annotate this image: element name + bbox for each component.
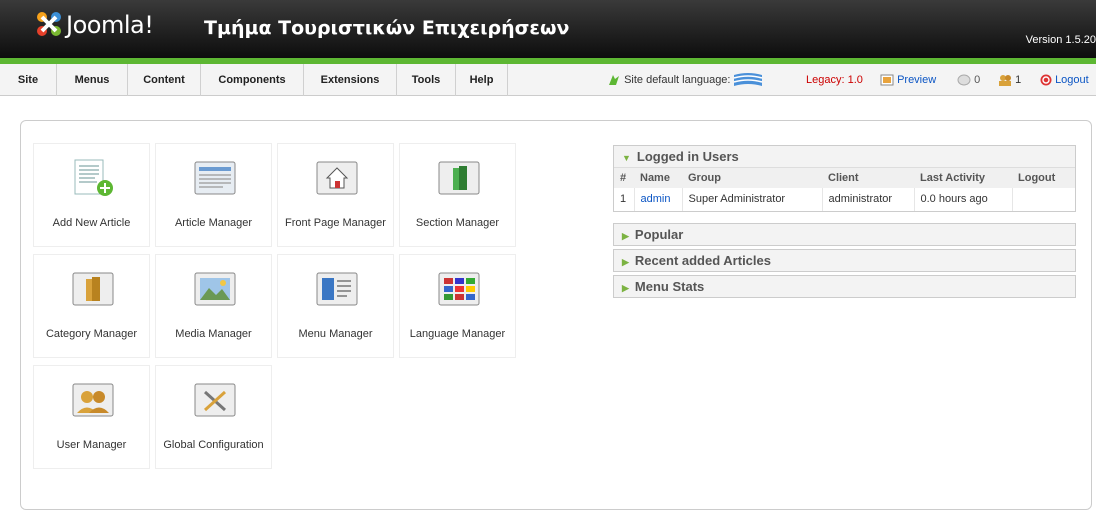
menu-help[interactable]: Help <box>456 64 508 96</box>
row-num: 1 <box>614 187 635 211</box>
preview-icon <box>880 74 894 86</box>
menu-stats-header[interactable]: ▶ Menu Stats <box>614 276 1075 297</box>
header: Joomla! Τμήμα Τουριστικών Επιχειρήσεων V… <box>0 0 1096 58</box>
add-article-icon <box>74 159 113 196</box>
menu-menus[interactable]: Menus <box>57 64 128 96</box>
online-users: 1 <box>998 64 1021 96</box>
global-configuration-label: Global Configuration <box>163 439 264 451</box>
col-group: Group <box>682 167 822 188</box>
row-activity: 0.0 hours ago <box>914 187 1013 211</box>
menu-manager-button[interactable]: Menu Manager <box>277 254 394 358</box>
menu-stats-title: Menu Stats <box>634 279 705 294</box>
col-last-activity: Last Activity <box>914 167 1012 188</box>
legacy-mode: Legacy: 1.0 <box>806 74 863 86</box>
online-users-label: 1 <box>1015 74 1022 86</box>
logout-icon <box>1040 74 1052 86</box>
front-page-manager-label: Front Page Manager <box>285 217 386 229</box>
category-manager-label: Category Manager <box>45 328 138 340</box>
greek-flag-icon <box>733 73 762 87</box>
col-name: Name <box>634 167 682 188</box>
col-logout: Logout <box>1012 167 1075 188</box>
section-icon <box>438 161 480 195</box>
recent-articles-header[interactable]: ▶ Recent added Articles <box>614 250 1075 271</box>
table-header-row: # Name Group Client Last Activity Logout <box>614 167 1075 188</box>
user-name-link[interactable]: admin <box>641 193 671 205</box>
brand-name: Joomla! <box>66 11 154 39</box>
media-icon <box>194 272 236 306</box>
row-group: Super Administrator <box>682 187 823 211</box>
expand-triangle-icon: ▶ <box>622 257 629 267</box>
popular-title: Popular <box>634 227 684 242</box>
expand-triangle-icon: ▶ <box>622 231 629 241</box>
col-client: Client <box>822 167 914 188</box>
logged-in-users-title: Logged in Users <box>636 149 739 164</box>
menu-tools[interactable]: Tools <box>397 64 456 96</box>
user-manager-button[interactable]: User Manager <box>33 365 150 469</box>
frontpage-icon <box>316 161 358 195</box>
front-page-manager-button[interactable]: Front Page Manager <box>277 143 394 247</box>
global-configuration-button[interactable]: Global Configuration <box>155 365 272 469</box>
col-num: # <box>614 167 634 188</box>
logout-label: Logout <box>1055 74 1089 86</box>
menu-content[interactable]: Content <box>128 64 201 96</box>
collapse-triangle-icon: ▼ <box>622 153 631 163</box>
language-icon <box>438 272 480 306</box>
language-manager-label: Language Manager <box>409 328 506 340</box>
recent-articles-title: Recent added Articles <box>634 253 771 268</box>
user-icon <box>72 383 114 417</box>
joomla-logo-icon <box>37 12 61 36</box>
popular-header[interactable]: ▶ Popular <box>614 224 1075 245</box>
messages-count[interactable]: 0 <box>957 64 980 96</box>
section-manager-button[interactable]: Section Manager <box>399 143 516 247</box>
language-manager-button[interactable]: Language Manager <box>399 254 516 358</box>
popular-module[interactable]: ▶ Popular <box>613 223 1076 246</box>
category-manager-button[interactable]: Category Manager <box>33 254 150 358</box>
menu-site[interactable]: Site <box>0 64 57 96</box>
expand-triangle-icon: ▶ <box>622 283 629 293</box>
add-new-article-label: Add New Article <box>52 217 131 229</box>
preview-link[interactable]: Preview <box>880 64 936 96</box>
row-client: administrator <box>822 187 915 211</box>
menu-manager-label: Menu Manager <box>298 328 373 340</box>
inbox-icon <box>957 74 971 86</box>
table-row: 1 admin Super Administrator administrato… <box>614 187 1075 211</box>
site-title: Τμήμα Τουριστικών Επιχειρήσεων <box>204 17 570 39</box>
article-manager-button[interactable]: Article Manager <box>155 143 272 247</box>
site-language: Site default language: <box>607 64 762 96</box>
logged-in-users-module: ▼ Logged in Users # Name Group Client Las… <box>613 145 1076 212</box>
messages-count-label: 0 <box>974 74 981 86</box>
users-icon <box>999 75 1011 87</box>
user-manager-label: User Manager <box>56 439 127 451</box>
section-manager-label: Section Manager <box>415 217 500 229</box>
menu-bar: Site Menus Content Components Extensions… <box>0 64 1096 96</box>
menu-components[interactable]: Components <box>201 64 304 96</box>
article-manager-icon <box>194 161 236 195</box>
row-name[interactable]: admin <box>634 187 683 211</box>
config-icon <box>194 383 236 417</box>
menu-icon <box>316 272 358 306</box>
version-label: Version 1.5.20 <box>1025 34 1096 46</box>
logout-link[interactable]: Logout <box>1040 64 1089 96</box>
article-manager-label: Article Manager <box>174 217 253 229</box>
media-manager-label: Media Manager <box>175 328 252 340</box>
logged-in-users-header[interactable]: ▼ Logged in Users <box>614 146 1075 167</box>
menu-extensions[interactable]: Extensions <box>304 64 397 96</box>
quick-icons: Add New Article Article Manager Front Pa… <box>33 143 518 473</box>
logged-in-users-table: # Name Group Client Last Activity Logout… <box>614 167 1075 211</box>
site-language-label: Site default language: <box>624 74 731 86</box>
menu-stats-module[interactable]: ▶ Menu Stats <box>613 275 1076 298</box>
add-new-article-button[interactable]: Add New Article <box>33 143 150 247</box>
recent-articles-module[interactable]: ▶ Recent added Articles <box>613 249 1076 272</box>
media-manager-button[interactable]: Media Manager <box>155 254 272 358</box>
row-logout <box>1012 188 1075 211</box>
preview-label: Preview <box>897 74 937 86</box>
category-icon <box>72 272 114 306</box>
language-icon <box>609 75 619 86</box>
